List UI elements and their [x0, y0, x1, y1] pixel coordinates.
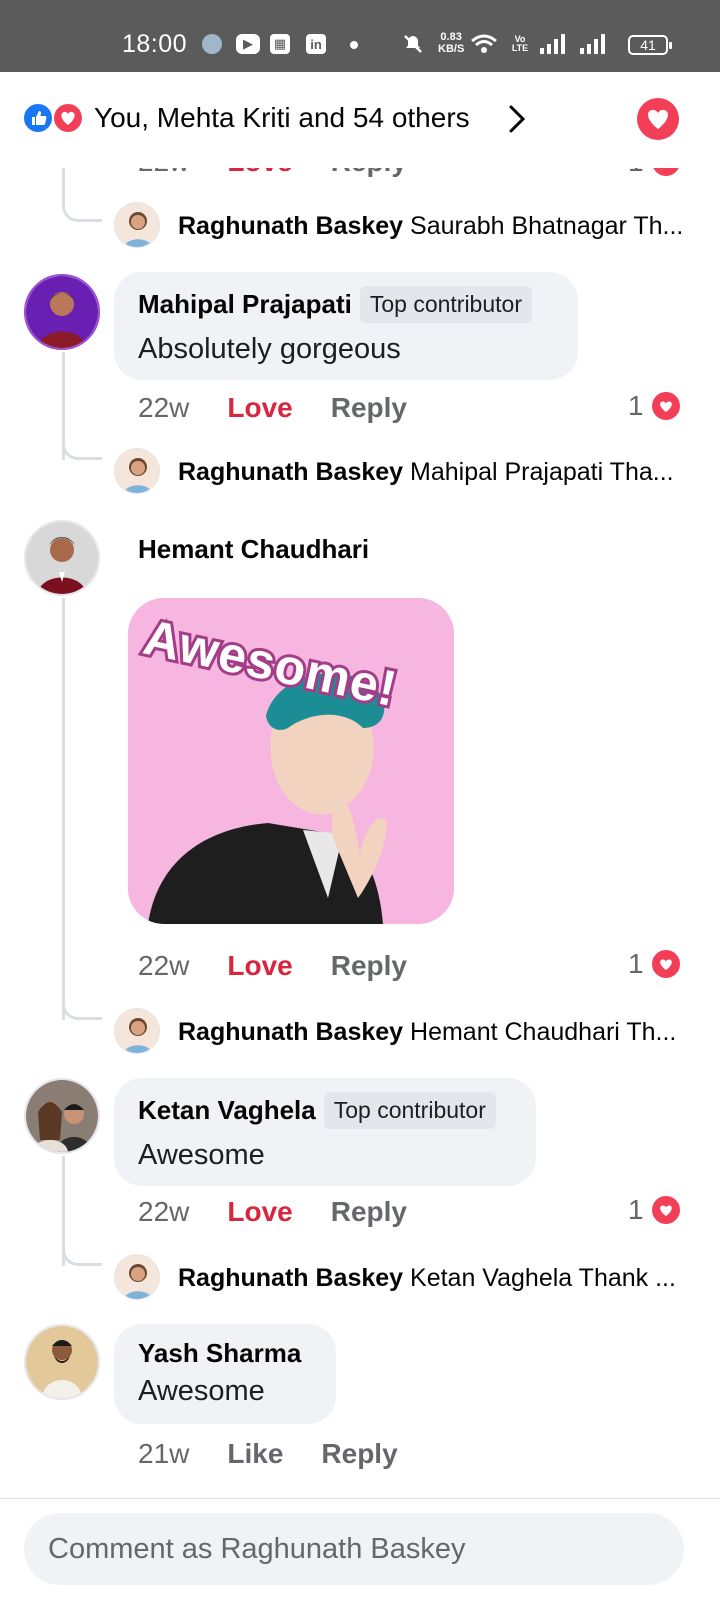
- reply-preview[interactable]: Raghunath Baskey Mahipal Prajapati Tha..…: [178, 458, 688, 487]
- avatar[interactable]: [24, 1324, 100, 1400]
- comment-composer: [0, 1498, 720, 1600]
- more-notifications-dot-icon: [350, 41, 358, 49]
- reply-preview[interactable]: Raghunath Baskey Hemant Chaudhari Th...: [178, 1018, 688, 1047]
- network-speed: 0.83 KB/S: [438, 31, 465, 55]
- comment-author[interactable]: Mahipal Prajapati: [138, 289, 352, 320]
- reactions-summary[interactable]: You, Mehta Kriti and 54 others: [94, 102, 470, 134]
- thread-connector-corner: [62, 1244, 102, 1266]
- comment-actions: 22w Love Reply: [138, 392, 445, 424]
- status-bar: 18:00 ▶ ▦ in 0.83 KB/S Vo LTE 41: [0, 0, 720, 72]
- app-notification-icon: [202, 34, 222, 54]
- thread-connector-corner: [62, 438, 102, 460]
- comment-time: 22w: [138, 392, 190, 423]
- comment-text: Absolutely gorgeous: [138, 333, 401, 365]
- reaction-count[interactable]: 1: [628, 948, 682, 980]
- reply-preview[interactable]: Raghunath Baskey Ketan Vaghela Thank ...: [178, 1264, 688, 1293]
- volte-label: Vo LTE: [511, 34, 529, 53]
- reactions-header[interactable]: You, Mehta Kriti and 54 others: [0, 72, 720, 168]
- reply-button[interactable]: Reply: [331, 392, 407, 424]
- reaction-count-partial[interactable]: 1: [628, 168, 682, 178]
- comment-author[interactable]: Ketan Vaghela: [138, 1095, 316, 1126]
- love-count-icon: [649, 1194, 682, 1226]
- reply-preview[interactable]: Raghunath Baskey Saurabh Bhatnagar Th...: [178, 212, 688, 241]
- avatar[interactable]: [24, 1078, 100, 1154]
- battery-indicator: 41: [628, 35, 672, 55]
- reply-avatar[interactable]: [114, 1254, 160, 1300]
- chevron-right-icon[interactable]: [508, 104, 526, 139]
- reply-avatar[interactable]: [114, 1008, 160, 1054]
- thread-connector-corner: [62, 998, 102, 1020]
- comment-author[interactable]: Hemant Chaudhari: [138, 534, 369, 565]
- top-contributor-badge: Top contributor: [359, 286, 532, 323]
- comment-time: 22w: [138, 1196, 190, 1227]
- reply-button[interactable]: Reply: [331, 1196, 407, 1228]
- comment-actions-partial: 22wLoveReply: [138, 168, 445, 178]
- love-count-icon: [649, 948, 682, 980]
- thread-connector: [62, 598, 65, 1020]
- awesome-sticker[interactable]: Awesome!: [128, 598, 454, 924]
- comments-feed[interactable]: 22w Love Reply 1 Raghunath Baskey Saurabh …: [0, 168, 720, 1498]
- reply-button[interactable]: Reply: [331, 950, 407, 982]
- wifi-icon: [470, 34, 498, 54]
- reaction-count[interactable]: 1: [628, 390, 682, 422]
- comment-input[interactable]: [24, 1513, 684, 1585]
- reply-button[interactable]: Reply: [321, 1438, 397, 1470]
- reply-avatar[interactable]: [114, 448, 160, 494]
- thread-connector: [62, 168, 65, 202]
- comment-time: 21w: [138, 1438, 190, 1469]
- comment-actions: 22w Love Reply: [138, 950, 445, 982]
- mute-icon: [402, 34, 424, 54]
- youtube-icon: ▶: [236, 34, 260, 54]
- like-reaction-icon: [22, 102, 54, 134]
- linkedin-icon: in: [306, 34, 326, 54]
- thread-connector-corner: [62, 200, 102, 222]
- comment-bubble[interactable]: Mahipal Prajapati Top contributor Absolut…: [114, 272, 578, 380]
- comment-author[interactable]: Yash Sharma: [138, 1338, 301, 1369]
- love-react-button[interactable]: [637, 98, 679, 140]
- comment-actions: 21w Like Reply: [138, 1438, 436, 1470]
- love-count-icon: [649, 390, 682, 422]
- top-contributor-badge: Top contributor: [323, 1092, 496, 1129]
- avatar[interactable]: [24, 520, 100, 596]
- signal-2-icon: [580, 34, 605, 54]
- love-button[interactable]: Love: [227, 950, 292, 982]
- comment-actions: 22w Love Reply: [138, 1196, 445, 1228]
- comment-time: 22w: [138, 950, 190, 981]
- love-reaction-icon: [52, 102, 84, 134]
- love-count-icon: [649, 168, 682, 178]
- reaction-count[interactable]: 1: [628, 1194, 682, 1226]
- like-button[interactable]: Like: [227, 1438, 283, 1470]
- comment-text: Awesome: [138, 1375, 265, 1407]
- love-button[interactable]: Love: [227, 392, 292, 424]
- status-time: 18:00: [122, 30, 188, 58]
- love-button[interactable]: Love: [227, 1196, 292, 1228]
- avatar[interactable]: [24, 274, 100, 350]
- calendar-icon: ▦: [270, 34, 290, 54]
- comment-text: Awesome: [138, 1139, 265, 1171]
- signal-1-icon: [540, 34, 565, 54]
- reply-avatar[interactable]: [114, 202, 160, 248]
- comment-bubble[interactable]: Yash Sharma Awesome: [114, 1324, 336, 1424]
- comment-bubble[interactable]: Ketan Vaghela Top contributor Awesome: [114, 1078, 536, 1186]
